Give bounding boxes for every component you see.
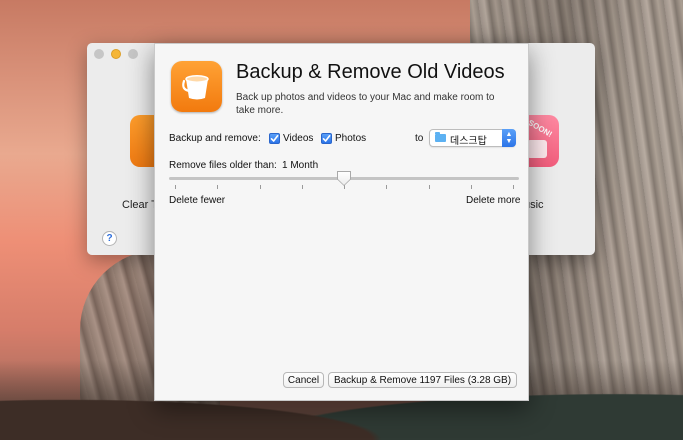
checkmark-icon [322, 135, 331, 142]
slider-tick [428, 185, 430, 189]
dialog-subtitle: Back up photos and videos to your Mac an… [236, 92, 495, 116]
slider-tick [175, 185, 176, 189]
music-app-glyph [527, 140, 547, 158]
slider-tick [217, 185, 219, 189]
photos-label[interactable]: Photos [335, 133, 366, 144]
coming-soon-badge: SOON! [526, 118, 554, 139]
videos-label[interactable]: Videos [283, 133, 313, 144]
slider-tick [513, 185, 514, 189]
destination-popup[interactable]: 데스크탑 ▲ ▼ [429, 129, 516, 147]
slider-tick [386, 185, 388, 189]
checkmark-icon [270, 135, 279, 142]
zoom-button[interactable] [128, 49, 138, 59]
clear-app-label: Clear T [122, 199, 158, 211]
to-label: to [415, 133, 424, 144]
dialog-title: Backup & Remove Old Videos [236, 61, 505, 83]
videos-checkbox[interactable] [269, 133, 280, 144]
slider-tick [470, 185, 472, 189]
close-button[interactable] [94, 49, 104, 59]
folder-icon [435, 132, 446, 142]
bucket-icon [182, 75, 209, 100]
delete-more-label: Delete more [466, 195, 521, 206]
window-controls [94, 49, 138, 59]
backup-remove-dialog: Backup & Remove Old Videos Back up photo… [154, 43, 529, 401]
delete-fewer-label: Delete fewer [169, 195, 226, 206]
bucket-app-icon [171, 61, 222, 112]
help-button[interactable]: ? [102, 231, 117, 246]
minimize-button[interactable] [111, 49, 121, 59]
age-value: 1 Month [282, 160, 319, 171]
chevron-updown-icon: ▲ ▼ [502, 129, 516, 147]
remove-older-label: Remove files older than: [169, 160, 277, 171]
slider-tick [259, 185, 261, 189]
backup-remove-button[interactable]: Backup & Remove 1197 Files (3.28 GB) [328, 372, 517, 388]
destination-value: 데스크탑 [450, 136, 487, 147]
music-app-icon[interactable]: SOON! [525, 115, 559, 167]
photos-checkbox[interactable] [321, 133, 332, 144]
cancel-button[interactable]: Cancel [283, 372, 324, 388]
slider-knob[interactable] [338, 172, 350, 185]
slider-tick [301, 185, 303, 189]
backup-and-remove-label: Backup and remove: [169, 133, 261, 144]
